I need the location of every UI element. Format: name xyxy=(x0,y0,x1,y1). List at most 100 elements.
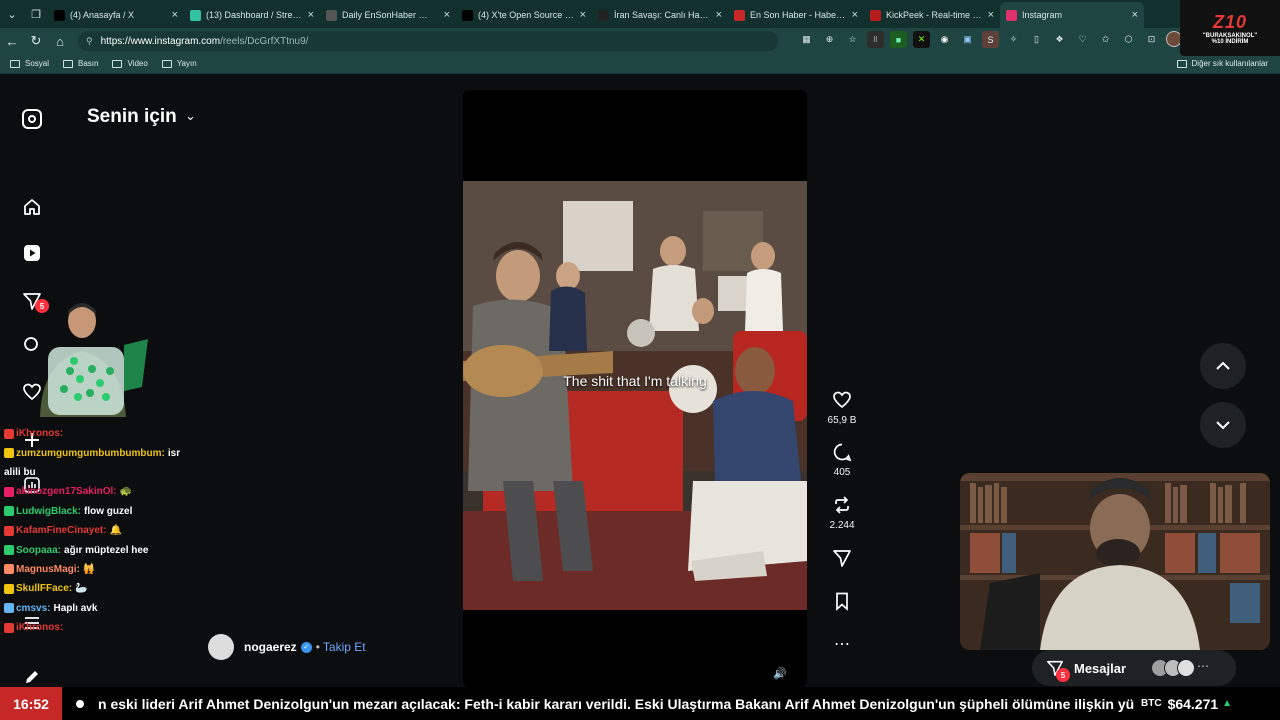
messages-bar[interactable]: 5 Mesajlar ⋯ xyxy=(1032,650,1236,686)
browser-tab[interactable]: (4) X'te Open Source Intel: × xyxy=(456,2,592,28)
instagram-logo-icon[interactable] xyxy=(22,109,42,129)
back-button[interactable]: ← xyxy=(0,28,24,54)
btc-label: BTC xyxy=(1141,698,1162,709)
chat-message: SkullFFace: 🦢 xyxy=(4,579,194,598)
home-icon[interactable] xyxy=(20,195,44,219)
extension-icon[interactable]: ◉ xyxy=(936,31,953,48)
recent-contacts: ⋯ xyxy=(1151,659,1215,677)
close-tab-icon[interactable]: × xyxy=(988,9,994,21)
other-bookmarks-label: Diğer sık kullanılanlar xyxy=(1191,59,1268,68)
copilot-icon[interactable]: ⬡ xyxy=(1120,31,1137,48)
chat-message: KafamFineCinayet: 🔔 xyxy=(4,521,194,540)
user-badge-icon xyxy=(4,622,14,633)
bookmark-folder[interactable]: Sosyal xyxy=(10,59,49,68)
author-name[interactable]: nogaerez xyxy=(244,640,297,654)
btc-price: $64.271 xyxy=(1167,695,1219,712)
chat-message: akinozgen17SakinOl: 🐢 xyxy=(4,482,194,501)
chevron-down-icon xyxy=(1216,421,1230,430)
close-tab-icon[interactable]: × xyxy=(444,9,450,21)
extension-icon[interactable]: ▣ xyxy=(959,31,976,48)
comment-button[interactable]: 405 xyxy=(820,441,864,478)
comment-count: 405 xyxy=(833,467,851,478)
chat-text: 🐢 xyxy=(119,486,133,498)
other-bookmarks-folder[interactable]: Diğer sık kullanılanlar xyxy=(1176,59,1268,68)
screenshot-icon[interactable]: ⊡ xyxy=(1143,31,1160,48)
browser-tab[interactable]: (4) Anasayfa / X × xyxy=(48,2,184,28)
volume-icon[interactable]: 🔊 xyxy=(773,667,787,680)
address-bar[interactable]: ⚲ https://www.instagram.com/reels/DcGrfX… xyxy=(78,31,778,51)
browser-tab[interactable]: KickPeek - Real-time URL C × xyxy=(864,2,1000,28)
reel-player[interactable]: The shit that I'm talking 🔊 xyxy=(463,90,807,687)
user-badge-icon xyxy=(4,506,14,517)
zoom-icon[interactable]: ⊕ xyxy=(821,31,838,48)
chat-username: Soopaaa: xyxy=(16,544,62,556)
collections-icon[interactable]: ❖ xyxy=(1051,31,1068,48)
comment-icon xyxy=(820,441,864,463)
reader-view-icon[interactable]: ▦ xyxy=(798,31,815,48)
feed-title[interactable]: Senin için xyxy=(87,106,177,128)
share-icon xyxy=(820,547,864,569)
reel-video[interactable] xyxy=(463,181,807,610)
close-tab-icon[interactable]: × xyxy=(1132,9,1138,21)
close-tab-icon[interactable]: × xyxy=(580,9,586,21)
messages-badge: 5 xyxy=(1056,668,1070,682)
bookmark-folder[interactable]: Basın xyxy=(63,59,98,68)
chat-text: 🙀 xyxy=(82,563,96,575)
close-tab-icon[interactable]: × xyxy=(308,9,314,21)
next-reel-button[interactable] xyxy=(1200,402,1246,448)
user-badge-icon xyxy=(4,603,14,614)
extension-icon[interactable]: ✕ xyxy=(913,31,930,48)
author-avatar[interactable] xyxy=(208,634,234,660)
chat-username: zumzumgumgumbumbumbum: xyxy=(16,447,165,459)
workspaces-icon[interactable]: ❐ xyxy=(24,0,48,28)
previous-reel-button[interactable] xyxy=(1200,343,1246,389)
browser-essentials-icon[interactable]: ♡ xyxy=(1074,31,1091,48)
stream-chat-overlay: iKhronos: zumzumgumgumbumbumbum: isr alili … xyxy=(4,424,194,637)
browser-tab[interactable]: En Son Haber - Haberler, Se × xyxy=(728,2,864,28)
split-screen-icon[interactable]: ▯ xyxy=(1028,31,1045,48)
chat-text: ağır müptezel hee xyxy=(64,544,149,556)
contact-avatar xyxy=(1177,659,1195,677)
site-info-icon[interactable]: ⚲ xyxy=(86,36,93,47)
tab-title: (4) X'te Open Source Intel: xyxy=(478,10,575,20)
more-options-button[interactable]: ⋯ xyxy=(820,633,864,655)
tab-title: (4) Anasayfa / X xyxy=(70,10,135,20)
browser-tab[interactable]: Daily EnSonHaber 🔥 | Gün × xyxy=(320,2,456,28)
edit-pencil-icon[interactable] xyxy=(20,665,44,689)
extension-icon[interactable]: ⠿ xyxy=(867,31,884,48)
repost-button[interactable]: 2.244 xyxy=(820,494,864,531)
browser-tab[interactable]: İran Savaşı: Canlı Haritası - S × xyxy=(592,2,728,28)
favorites-icon[interactable]: ✩ xyxy=(1097,31,1114,48)
author-separator: • xyxy=(315,640,320,654)
chevron-down-icon[interactable]: ⌄ xyxy=(185,108,196,124)
browser-tab[interactable]: Instagram × xyxy=(1000,2,1144,28)
news-ticker: 16:52 n eski lideri Arif Ahmet Denizolgu… xyxy=(0,687,1280,720)
browser-tab[interactable]: (13) Dashboard / Streamlab × xyxy=(184,2,320,28)
tab-title: En Son Haber - Haberler, Se xyxy=(750,10,847,20)
follow-button[interactable]: Takip Et xyxy=(323,640,366,654)
tab-list-chevron-icon[interactable]: ⌄ xyxy=(0,0,24,28)
chat-username: iKhronos: xyxy=(16,622,64,634)
save-button[interactable] xyxy=(820,590,864,612)
close-tab-icon[interactable]: × xyxy=(852,9,858,21)
favorite-star-icon[interactable]: ☆ xyxy=(844,31,861,48)
sponsor-overlay: Z10 "BURAKSAKINOL" %10 İNDİRİM xyxy=(1180,0,1280,56)
streamer-webcam-overlay xyxy=(40,303,148,417)
home-button[interactable]: ⌂ xyxy=(48,28,72,54)
close-tab-icon[interactable]: × xyxy=(716,9,722,21)
reels-icon[interactable] xyxy=(20,241,44,265)
puzzle-icon[interactable]: ✧ xyxy=(1005,31,1022,48)
folder-icon xyxy=(10,59,20,68)
news-icon xyxy=(734,9,745,21)
chat-username: iKhronos: xyxy=(16,428,64,440)
user-badge-icon xyxy=(4,545,14,556)
close-tab-icon[interactable]: × xyxy=(172,9,178,21)
extension-icon[interactable]: ■ xyxy=(890,31,907,48)
bookmark-folder[interactable]: Yayın xyxy=(161,59,197,68)
extension-icon[interactable]: S xyxy=(982,31,999,48)
like-button[interactable]: 65,9 B xyxy=(820,389,864,426)
share-button[interactable] xyxy=(820,547,864,569)
instagram-icon xyxy=(1006,9,1017,21)
bookmark-folder[interactable]: Video xyxy=(112,59,148,68)
reload-button[interactable]: ↻ xyxy=(24,28,48,54)
